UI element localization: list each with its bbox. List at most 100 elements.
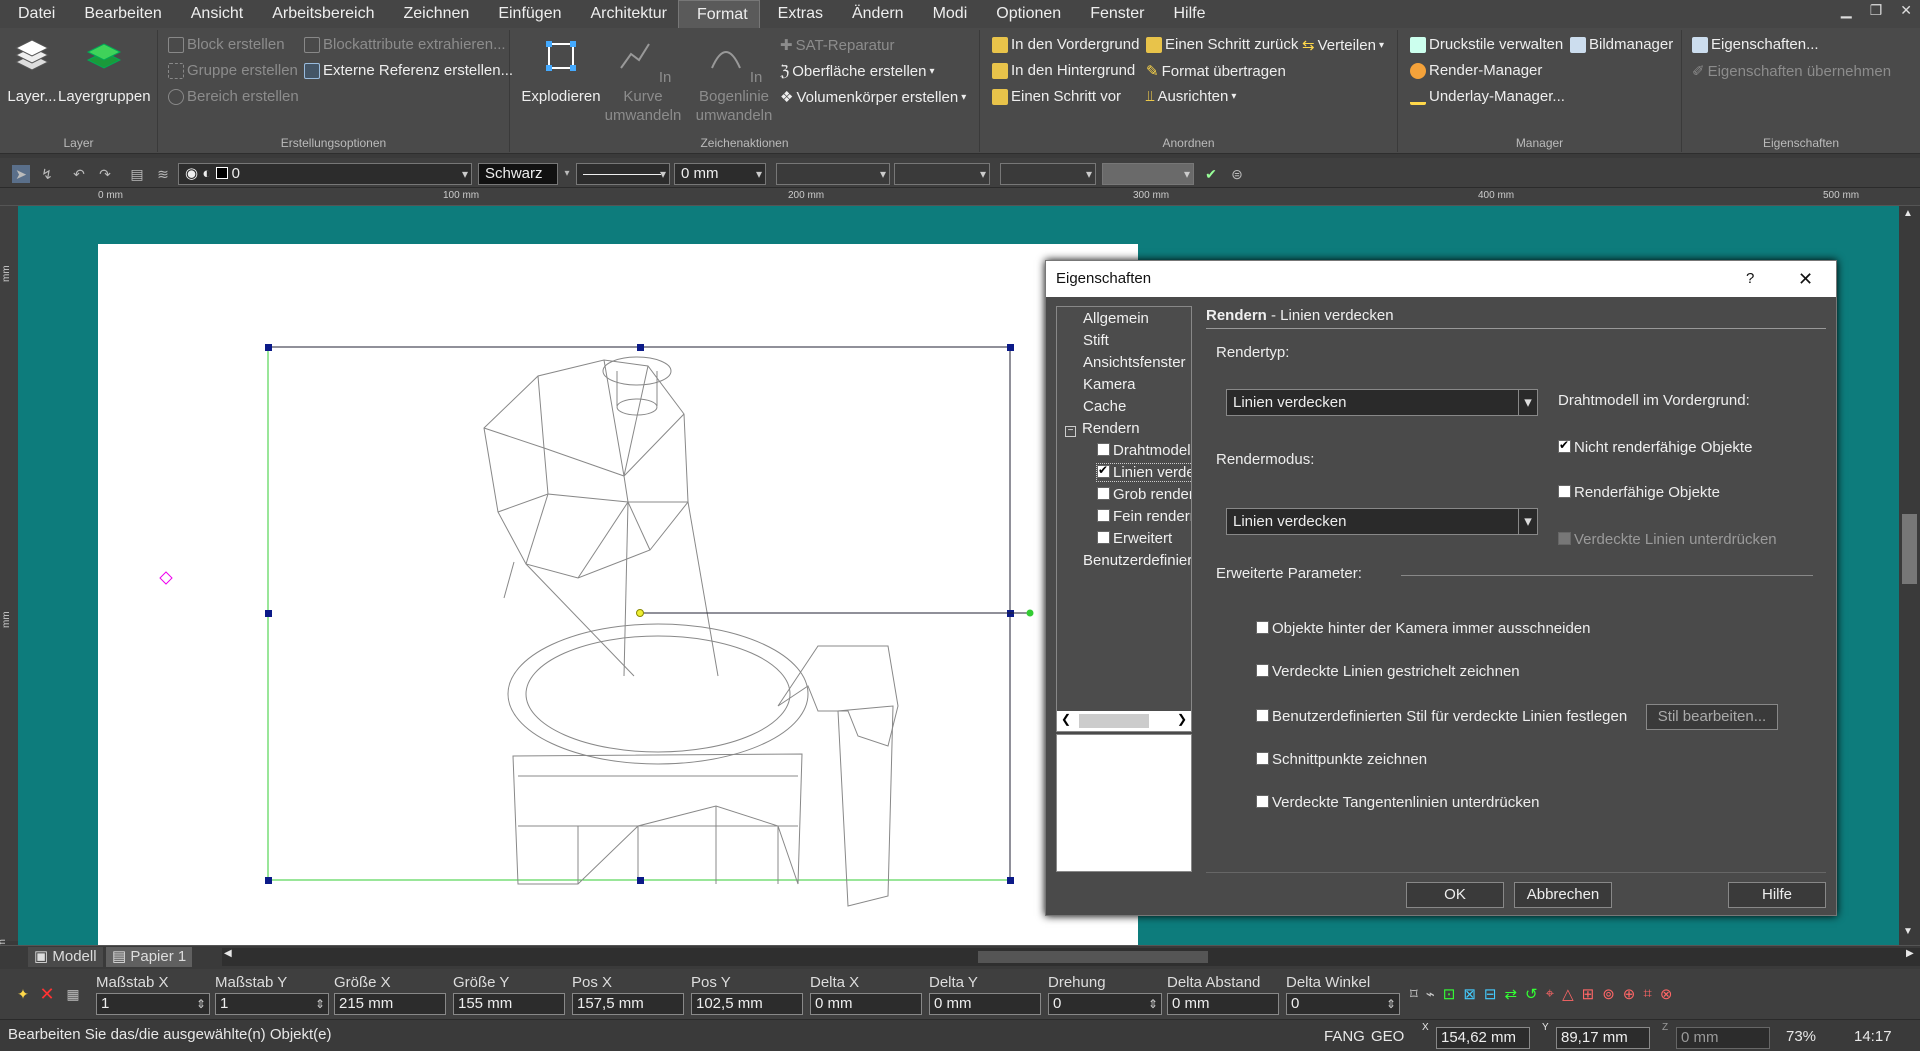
einen-schritt-zurueck-button[interactable]: Einen Schritt zurück	[1146, 36, 1298, 53]
externe-referenz-button[interactable]: Externe Referenz erstellen...	[304, 62, 513, 79]
input-field[interactable]: 215 mm	[334, 993, 446, 1015]
option-gestrichelt-checkbox[interactable]: Verdeckte Linien gestrichelt zeichnen	[1256, 663, 1520, 680]
layer-list-icon[interactable]: ▤	[128, 165, 146, 183]
snap-icon[interactable]: ⊡	[1443, 985, 1456, 1003]
checkbox[interactable]	[1256, 709, 1269, 722]
input-field[interactable]: 1 ⇕	[215, 993, 329, 1015]
close-icon[interactable]: ✕	[1900, 2, 1912, 19]
spinner-icon[interactable]: ⇕	[1148, 994, 1158, 1014]
tree-item-kamera[interactable]: Kamera	[1083, 376, 1136, 393]
scroll-right-icon[interactable]: ▶	[1906, 948, 1914, 959]
layer-button[interactable]: Layer...	[6, 36, 58, 106]
checkbox[interactable]	[1558, 438, 1571, 453]
spinner-icon[interactable]: ⇕	[315, 994, 325, 1014]
in-den-vordergrund-button[interactable]: In den Vordergrund	[992, 36, 1139, 53]
layer-states-icon[interactable]: ≋	[154, 165, 172, 183]
input-field[interactable]: 0 ⇕	[1286, 993, 1400, 1015]
cancel-x-icon[interactable]: ✕	[38, 985, 56, 1003]
snap-icon[interactable]: ⊕	[1623, 985, 1636, 1003]
linetype-select[interactable]	[576, 163, 670, 185]
tree-hscroll[interactable]: ❮ ❯	[1057, 711, 1191, 731]
minimize-icon[interactable]: ▁	[1841, 2, 1852, 19]
menu-ansicht[interactable]: Ansicht	[173, 0, 254, 28]
cancel-button[interactable]: Abbrechen	[1514, 882, 1612, 908]
explodieren-button[interactable]: Explodieren	[518, 36, 604, 106]
hscroll-thumb[interactable]	[978, 951, 1208, 963]
checkbox[interactable]	[1256, 795, 1269, 808]
checkbox[interactable]	[1097, 443, 1110, 456]
scroll-down-icon[interactable]: ▼	[1903, 926, 1913, 937]
rotation-grip[interactable]	[1026, 609, 1034, 617]
scroll-left-icon[interactable]: ❮	[1061, 712, 1071, 726]
snap-icon[interactable]: ⇄	[1504, 985, 1517, 1003]
einen-schritt-vor-button[interactable]: Einen Schritt vor	[992, 88, 1121, 105]
dropdown-arrow-icon[interactable]: ▾	[558, 165, 576, 183]
spinner-icon[interactable]: ⇕	[196, 994, 206, 1014]
input-field[interactable]: 1 ⇕	[96, 993, 210, 1015]
eigenschaften-uebernehmen-button[interactable]: ✐ Eigenschaften übernehmen	[1692, 62, 1891, 81]
ok-button[interactable]: OK	[1406, 882, 1504, 908]
snap-icon[interactable]: △	[1562, 985, 1574, 1003]
menu-format[interactable]: Format	[677, 0, 760, 28]
sat-reparatur-button[interactable]: ✚ SAT-Reparatur	[780, 36, 895, 55]
druckstile-verwalten-button[interactable]: Druckstile verwalten	[1410, 36, 1563, 53]
snap-icon[interactable]: ↺	[1525, 985, 1538, 1003]
checkbox[interactable]	[1256, 621, 1269, 634]
zoom-level[interactable]: 73%	[1786, 1028, 1816, 1045]
block-erstellen-button[interactable]: Block erstellen	[168, 36, 285, 53]
input-field[interactable]: 0 mm	[810, 993, 922, 1015]
bereich-erstellen-button[interactable]: Bereich erstellen	[168, 88, 299, 105]
tab-papier-1[interactable]: ▤ Papier 1	[106, 947, 193, 967]
tree-item-grob-rendern[interactable]: Grob rendern	[1097, 486, 1191, 503]
tree-item-ansichtsfenster[interactable]: Ansichtsfenster	[1083, 354, 1186, 371]
menu-optionen[interactable]: Optionen	[978, 0, 1072, 28]
ausrichten-button[interactable]: ⫫ Ausrichten ▾	[1146, 88, 1236, 105]
geo-toggle[interactable]: GEO	[1371, 1028, 1404, 1045]
option-schnittpunkte-checkbox[interactable]: Schnittpunkte zeichnen	[1256, 751, 1427, 768]
checkbox[interactable]	[1558, 485, 1571, 498]
tree-scroll-thumb[interactable]	[1079, 714, 1149, 728]
close-icon[interactable]: ✕	[1798, 261, 1813, 297]
rendermodus-select[interactable]: Linien verdecken	[1226, 508, 1538, 535]
oberflaeche-erstellen-button[interactable]: ℨ Oberfläche erstellen ▾	[780, 62, 935, 81]
menu-hilfe[interactable]: Hilfe	[1155, 0, 1216, 28]
layergruppen-button[interactable]: Layergruppen	[58, 36, 151, 106]
checkbox[interactable]	[1558, 532, 1571, 545]
menu-bearbeiten[interactable]: Bearbeiten	[66, 0, 172, 28]
pick-icon[interactable]: ↯	[38, 165, 56, 183]
color-select[interactable]: Schwarz	[478, 163, 558, 185]
nicht-renderfaehige-checkbox[interactable]: Nicht renderfähige Objekte	[1558, 438, 1752, 456]
scroll-thumb[interactable]	[1902, 514, 1917, 584]
menu-architektur[interactable]: Architektur	[573, 0, 678, 28]
tree-item-benutzerdefiniert[interactable]: Benutzerdefiniert	[1083, 552, 1191, 569]
collapse-icon[interactable]: −	[1065, 426, 1076, 437]
redo-icon[interactable]: ↷	[96, 165, 114, 183]
apply-check-icon[interactable]: ✔	[1202, 165, 1220, 183]
vertical-scrollbar[interactable]: ▲ ▼	[1899, 206, 1920, 945]
horizontal-scrollbar[interactable]: ◀ ▶	[222, 948, 1920, 966]
tree-item-stift[interactable]: Stift	[1083, 332, 1109, 349]
input-field[interactable]: 155 mm	[453, 993, 565, 1015]
render-manager-button[interactable]: Render-Manager	[1410, 62, 1542, 79]
in-den-hintergrund-button[interactable]: In den Hintergrund	[992, 62, 1135, 79]
fang-toggle[interactable]: FANG	[1324, 1028, 1365, 1045]
input-field[interactable]: 0 ⇕	[1048, 993, 1162, 1015]
snap-icon[interactable]: ⊞	[1582, 985, 1595, 1003]
bildmanager-button[interactable]: Bildmanager	[1570, 36, 1673, 53]
rotation-center-grip[interactable]	[636, 609, 644, 617]
wand-icon[interactable]: ✦	[14, 985, 32, 1003]
input-field[interactable]: 0 mm	[929, 993, 1041, 1015]
format-uebertragen-button[interactable]: ✎ Format übertragen	[1146, 62, 1286, 81]
layer-tools-icon[interactable]: ⊜	[1228, 165, 1246, 183]
style-select-3[interactable]	[1000, 163, 1096, 185]
checkbox[interactable]	[1256, 664, 1269, 677]
tree-item-fein-rendern[interactable]: Fein rendern	[1097, 508, 1191, 525]
rendertyp-select[interactable]: Linien verdecken	[1226, 389, 1538, 416]
fill-color-select[interactable]	[1102, 163, 1194, 185]
tree-item-drahtmodell[interactable]: Drahtmodell	[1097, 442, 1191, 459]
tree-item-cache[interactable]: Cache	[1083, 398, 1126, 415]
spinner-icon[interactable]: ⇕	[1386, 994, 1396, 1014]
tree-item-erweitert[interactable]: Erweitert	[1097, 530, 1172, 547]
snap-icon[interactable]: ⌖	[1546, 985, 1554, 1003]
gruppe-erstellen-button[interactable]: Gruppe erstellen	[168, 62, 298, 79]
